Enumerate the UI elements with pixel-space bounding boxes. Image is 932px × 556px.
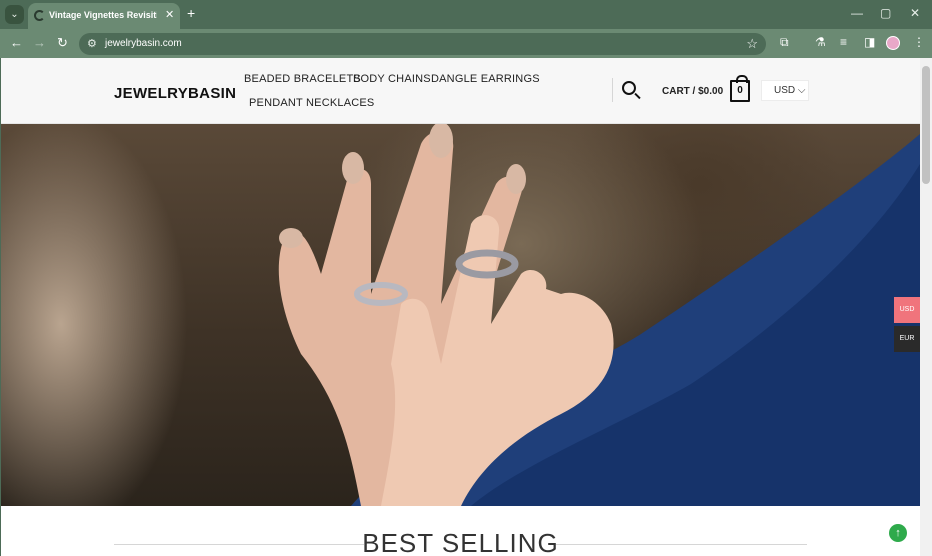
profile-avatar[interactable] [886, 36, 900, 50]
back-button[interactable]: ← [10, 35, 23, 50]
minimize-button[interactable]: — [851, 6, 863, 20]
chevron-down-icon: ⌵ [797, 85, 806, 96]
site-logo[interactable]: JEWELRYBASIN [114, 85, 236, 102]
new-tab-button[interactable]: + [187, 5, 195, 21]
currency-switch-eur[interactable]: EUR [894, 326, 920, 352]
cart-link[interactable]: CART / $0.00 [662, 86, 723, 97]
close-tab-button[interactable]: ✕ [165, 8, 174, 21]
site-header: JEWELRYBASIN BEADED BRACELETS BODY CHAIN… [1, 58, 920, 124]
tab-title: Vintage Vignettes Revisiting C [49, 10, 157, 20]
currency-select[interactable]: USD ⌵ [761, 80, 809, 101]
web-page: JEWELRYBASIN BEADED BRACELETS BODY CHAIN… [1, 58, 920, 556]
scroll-to-top-button[interactable]: ↑ [889, 524, 907, 542]
currency-switch-usd[interactable]: USD [894, 297, 920, 323]
url-text: jewelrybasin.com [105, 38, 182, 49]
search-icon[interactable] [622, 81, 636, 95]
shopping-bag-icon[interactable]: 0 [730, 75, 750, 102]
nav-dangle-earrings[interactable]: DANGLE EARRINGS [431, 73, 540, 85]
chevron-down-icon: ⌄ [10, 9, 19, 20]
bookmark-star-icon[interactable]: ☆ [746, 36, 758, 52]
nav-body-chains[interactable]: BODY CHAINS [353, 73, 431, 85]
currency-select-value: USD [774, 85, 796, 96]
extensions-icon[interactable]: ⧉ [780, 35, 789, 50]
nav-beaded-bracelets[interactable]: BEADED BRACELETS [244, 73, 361, 85]
forward-button[interactable]: → [33, 35, 46, 50]
side-panel-icon[interactable]: ◨ [864, 35, 875, 49]
media-controls-icon[interactable]: ≡ [840, 35, 847, 49]
site-info-icon[interactable]: ⚙ [87, 37, 97, 50]
reload-button[interactable]: ↻ [57, 35, 68, 51]
favicon-icon [34, 10, 45, 21]
tab-strip: ⌄ Vintage Vignettes Revisiting C ✕ + — ▢… [0, 0, 932, 29]
arrow-up-icon: ↑ [895, 527, 901, 539]
address-bar[interactable]: ⚙ jewelrybasin.com ☆ [79, 33, 766, 55]
maximize-button[interactable]: ▢ [880, 6, 891, 20]
page-scrollbar[interactable] [920, 58, 932, 556]
nav-pendant-necklaces[interactable]: PENDANT NECKLACES [249, 97, 374, 109]
labs-flask-icon[interactable]: ⚗ [815, 35, 826, 49]
browser-tab[interactable]: Vintage Vignettes Revisiting C ✕ [28, 3, 180, 29]
browser-menu-icon[interactable]: ⋮ [913, 35, 925, 49]
hero-image [1, 124, 920, 506]
header-divider [612, 78, 613, 102]
scrollbar-thumb[interactable] [922, 66, 930, 184]
browser-toolbar: ← → ↻ ⚙ jewelrybasin.com ☆ ⧉ ⚗ ≡ ◨ ⋮ [0, 29, 932, 58]
tab-search-button[interactable]: ⌄ [5, 5, 24, 24]
close-window-button[interactable]: ✕ [910, 6, 920, 20]
hero-photo-illustration [278, 124, 920, 506]
section-title: BEST SELLING [362, 528, 559, 556]
